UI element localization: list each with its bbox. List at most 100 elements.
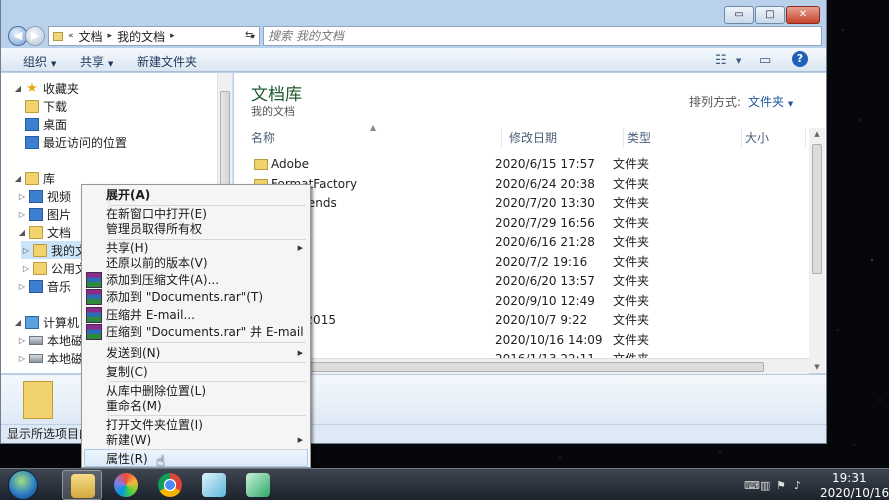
- menu-item-compress-rar-email[interactable]: 压缩到 "Documents.rar" 并 E-mail: [106, 324, 304, 340]
- expand-icon[interactable]: ▷: [21, 246, 31, 255]
- menu-item-restore-previous[interactable]: 还原以前的版本(V): [106, 255, 208, 271]
- network-icon[interactable]: ▥: [760, 479, 770, 492]
- music-library-icon: [29, 279, 43, 293]
- nav-videos[interactable]: ▷ 视频: [17, 187, 71, 205]
- nav-libraries[interactable]: ◢ 库: [13, 169, 55, 187]
- column-header-name[interactable]: 名称: [248, 128, 502, 148]
- table-row[interactable]: 2020/7/29 16:56 文件夹: [248, 214, 808, 233]
- maximize-button[interactable]: □: [755, 6, 785, 24]
- nav-music[interactable]: ▷ 音乐: [17, 277, 71, 295]
- app-icon: [114, 473, 138, 497]
- table-row[interactable]: Adobe 2020/6/15 17:57 文件夹: [248, 155, 808, 174]
- search-input[interactable]: 搜索 我的文档: [263, 26, 822, 46]
- menu-separator: [110, 342, 306, 343]
- clock-time[interactable]: 19:31: [832, 471, 867, 485]
- new-folder-button[interactable]: 新建文件夹: [137, 53, 197, 70]
- minimize-button[interactable]: ▭: [724, 6, 754, 24]
- file-date: 2020/7/20 13:30: [495, 196, 595, 210]
- collapse-icon[interactable]: ◢: [13, 84, 23, 93]
- table-row[interactable]: Files2020/9/10 12:49文件夹: [248, 292, 808, 311]
- collapse-icon[interactable]: ◢: [13, 174, 23, 183]
- breadcrumb-my-documents[interactable]: 我的文档: [117, 28, 165, 45]
- menu-item-open-new-window[interactable]: 在新窗口中打开(E): [106, 206, 207, 222]
- view-options-icon[interactable]: ☷: [715, 53, 727, 68]
- flag-icon[interactable]: ⚑: [776, 479, 786, 492]
- file-date: 2020/6/24 20:38: [495, 176, 595, 191]
- nav-pictures[interactable]: ▷ 图片: [17, 205, 71, 223]
- start-button[interactable]: [8, 470, 38, 500]
- taskbar-explorer[interactable]: [62, 470, 102, 500]
- menu-item-rename[interactable]: 重命名(M): [106, 398, 162, 414]
- table-row[interactable]: Files2020/10/16 14:09文件夹: [248, 331, 808, 350]
- table-row[interactable]: 2020/6/16 21:28 文件夹: [248, 233, 808, 252]
- scroll-up-icon[interactable]: ▲: [809, 130, 825, 138]
- table-row[interactable]: n Files2020/6/20 13:57文件夹: [248, 272, 808, 291]
- preview-pane-icon[interactable]: ▭: [759, 53, 771, 68]
- nav-downloads[interactable]: 下载: [23, 97, 67, 115]
- nav-desktop[interactable]: 桌面: [23, 115, 67, 133]
- expand-icon[interactable]: ▷: [17, 210, 27, 219]
- share-button[interactable]: 共享 ▼: [80, 53, 113, 70]
- collapse-icon[interactable]: ◢: [17, 228, 27, 237]
- file-date: 2020/7/2 19:16: [495, 254, 588, 269]
- expand-icon[interactable]: ▷: [17, 282, 27, 291]
- menu-item-copy[interactable]: 复制(C): [106, 364, 148, 380]
- table-row[interactable]: 2020/7/2 19:16 文件夹: [248, 253, 808, 272]
- breadcrumb[interactable]: « 文档 ▸ 我的文档 ▸ ▾: [48, 26, 260, 46]
- collapse-icon[interactable]: ◢: [13, 318, 23, 327]
- table-row[interactable]: FormatFactory 2020/6/24 20:38 文件夹: [248, 175, 808, 194]
- scroll-thumb[interactable]: [812, 144, 822, 274]
- expand-icon[interactable]: ▷: [21, 264, 31, 273]
- menu-item-remove-from-library[interactable]: 从库中删除位置(L): [106, 383, 206, 399]
- column-header-size[interactable]: 大小: [742, 128, 806, 148]
- nav-documents[interactable]: ◢ 文档: [17, 223, 71, 241]
- expand-icon[interactable]: ▷: [17, 354, 27, 363]
- volume-icon[interactable]: ♪: [794, 479, 801, 492]
- column-header-type[interactable]: 类型: [624, 128, 742, 148]
- menu-separator: [110, 381, 306, 382]
- nav-favorites[interactable]: ◢ ★ 收藏夹: [13, 79, 79, 97]
- folder-icon: [254, 159, 268, 170]
- arrange-by-dropdown[interactable]: 文件夹 ▼: [748, 93, 793, 110]
- file-list-scrollbar[interactable]: ▲ ▼: [809, 128, 825, 373]
- help-icon[interactable]: ?: [792, 51, 808, 67]
- close-button[interactable]: ✕: [786, 6, 820, 24]
- recent-places-icon: [25, 135, 39, 149]
- taskbar-app-5[interactable]: [238, 470, 278, 500]
- refresh-icon[interactable]: ⇆: [245, 30, 253, 41]
- forward-button[interactable]: ▶: [25, 26, 45, 46]
- scroll-thumb[interactable]: [254, 362, 764, 372]
- nav-recent[interactable]: 最近访问的位置: [23, 133, 127, 151]
- menu-item-new[interactable]: 新建(W) ▶: [106, 432, 308, 448]
- menu-item-expand[interactable]: 展开(A): [106, 187, 150, 203]
- organize-button[interactable]: 组织 ▼: [23, 53, 56, 70]
- expand-icon[interactable]: ▷: [17, 336, 27, 345]
- menu-item-properties[interactable]: 属性(R): [106, 451, 148, 467]
- horizontal-scrollbar[interactable]: [234, 358, 809, 374]
- expand-icon[interactable]: ▷: [17, 192, 27, 201]
- table-row[interactable]: tudio 20152020/10/7 9:22文件夹: [248, 311, 808, 330]
- chevron-down-icon[interactable]: ▼: [736, 57, 741, 65]
- drive-icon: [29, 335, 43, 345]
- clock-date[interactable]: 2020/10/16: [820, 486, 889, 500]
- menu-item-add-to-archive[interactable]: 添加到压缩文件(A)...: [106, 272, 219, 288]
- winrar-icon: [86, 307, 102, 323]
- column-header-date[interactable]: 修改日期: [506, 128, 624, 148]
- menu-item-open-folder-location[interactable]: 打开文件夹位置(I): [106, 417, 203, 433]
- taskbar-app-4[interactable]: [194, 470, 234, 500]
- scroll-down-icon[interactable]: ▼: [809, 363, 825, 371]
- menu-item-take-ownership[interactable]: 管理员取得所有权: [106, 221, 202, 237]
- nav-computer[interactable]: ◢ 计算机: [13, 313, 79, 331]
- menu-item-send-to[interactable]: 发送到(N) ▶: [106, 345, 308, 361]
- taskbar-app-2[interactable]: [106, 470, 146, 500]
- menu-item-add-to-rar[interactable]: 添加到 "Documents.rar"(T): [106, 289, 263, 305]
- menu-item-share[interactable]: 共享(H) ▶: [106, 240, 308, 256]
- taskbar-chrome[interactable]: [150, 470, 190, 500]
- chrome-icon: [158, 473, 182, 497]
- breadcrumb-documents[interactable]: 文档: [79, 28, 103, 45]
- menu-item-compress-email[interactable]: 压缩并 E-mail...: [106, 307, 195, 323]
- table-row[interactable]: of Legends2020/7/20 13:30文件夹: [248, 194, 808, 213]
- nav-public-documents[interactable]: ▷ 公用文: [21, 259, 87, 277]
- keyboard-icon[interactable]: ⌨: [744, 479, 760, 492]
- chevron-right-icon: ▸: [107, 31, 113, 41]
